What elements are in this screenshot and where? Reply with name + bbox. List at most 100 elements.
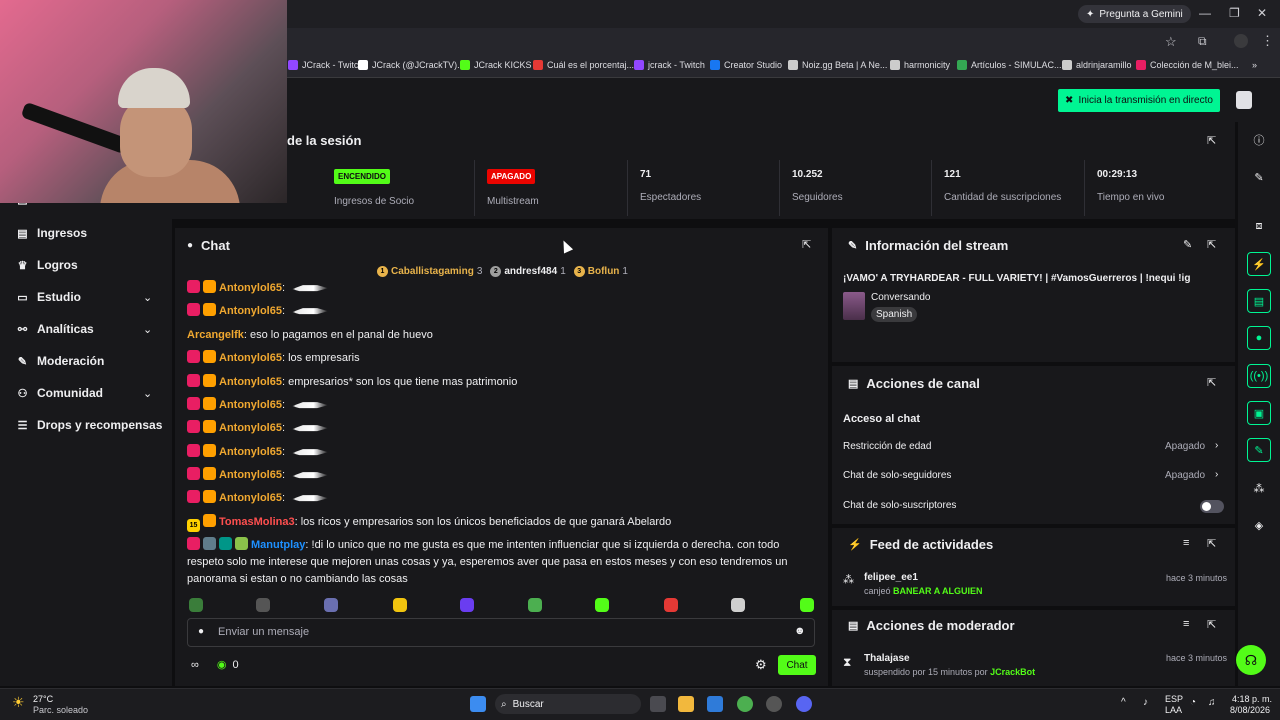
bookmark-item[interactable]: JCrack - Twitch bbox=[288, 60, 363, 70]
duck-emote-icon[interactable] bbox=[292, 425, 329, 432]
duck-emote-icon[interactable] bbox=[292, 449, 329, 456]
chat-username[interactable]: Antonylol65 bbox=[219, 469, 282, 481]
weather-icon[interactable]: ☀ bbox=[12, 694, 25, 711]
chat-username[interactable]: Antonylol65 bbox=[219, 282, 282, 294]
bookmark-item[interactable]: Creator Studio bbox=[710, 60, 782, 70]
weather-desc[interactable]: Parc. soleado bbox=[33, 705, 88, 715]
gemini-button[interactable]: ✦ Pregunta a Gemini bbox=[1078, 5, 1191, 23]
language-tag[interactable]: Spanish bbox=[871, 307, 918, 322]
crop-icon[interactable]: ⧈ bbox=[1247, 214, 1271, 238]
bookmark-item[interactable]: Noiz.gg Beta | A Ne... bbox=[788, 60, 887, 70]
leaderboard-entry[interactable]: 1 Caballistagaming 3 bbox=[377, 266, 482, 277]
kick-logo-icon[interactable] bbox=[1236, 91, 1252, 109]
quick-emote-icon[interactable] bbox=[256, 598, 270, 612]
steam-icon[interactable] bbox=[766, 696, 782, 712]
channel-actions-popout-icon[interactable]: ⇱ bbox=[1207, 376, 1216, 389]
mod-popout-icon[interactable]: ⇱ bbox=[1207, 618, 1216, 631]
sidebar-item-moderación[interactable]: ✎ Moderación bbox=[16, 354, 104, 368]
rail-chat-icon[interactable]: ● bbox=[1247, 326, 1271, 350]
minimize-icon[interactable]: — bbox=[1199, 6, 1211, 20]
chat-username[interactable]: Antonylol65 bbox=[219, 492, 282, 504]
taskbar-search[interactable]: ⌕ Buscar bbox=[495, 694, 641, 714]
weather-temp[interactable]: 27°C bbox=[33, 694, 53, 704]
sidebar-item-analíticas[interactable]: ⚯ Analíticas bbox=[16, 322, 94, 336]
clock-date[interactable]: 8/08/2026 bbox=[1230, 705, 1270, 715]
tray-chevron-icon[interactable]: ^ bbox=[1121, 697, 1126, 708]
help-chat-icon[interactable]: ☊ bbox=[1236, 645, 1266, 675]
chevron-right-icon[interactable]: › bbox=[1215, 469, 1218, 480]
rail-bolt-icon[interactable]: ⚡ bbox=[1247, 252, 1271, 276]
rail-tag-icon[interactable]: ◈ bbox=[1247, 513, 1271, 537]
bookmark-item[interactable]: harmonicity bbox=[890, 60, 950, 70]
quick-emote-icon[interactable] bbox=[393, 598, 407, 612]
bookmark-item[interactable]: Colección de M_blei... bbox=[1136, 60, 1239, 70]
mod-user[interactable]: Thalajase bbox=[864, 653, 910, 664]
info-icon[interactable]: ⓘ bbox=[1247, 128, 1271, 152]
mod-filter-icon[interactable]: ≡ bbox=[1183, 618, 1189, 630]
duck-emote-icon[interactable] bbox=[292, 472, 329, 479]
profile-avatar[interactable] bbox=[1234, 34, 1248, 48]
quick-emote-icon[interactable] bbox=[731, 598, 745, 612]
pencil-icon[interactable]: ✎ bbox=[1247, 165, 1271, 189]
rail-list-icon[interactable]: ▤ bbox=[1247, 289, 1271, 313]
chat-username[interactable]: Antonylol65 bbox=[219, 352, 282, 364]
bookmark-item[interactable]: JCrack (@JCrackTV)... bbox=[358, 60, 465, 70]
duck-emote-icon[interactable] bbox=[292, 495, 329, 502]
chrome-icon[interactable] bbox=[737, 696, 753, 712]
leaderboard-entry[interactable]: 2 andresf484 1 bbox=[490, 266, 566, 277]
quick-emote-icon[interactable] bbox=[324, 598, 338, 612]
quick-emote-icon[interactable] bbox=[460, 598, 474, 612]
browser-menu-icon[interactable]: ⋮ bbox=[1261, 33, 1274, 49]
sidebar-item-drops-y-recompensas[interactable]: ☰ Drops y recompensas bbox=[16, 418, 163, 432]
sidebar-item-logros[interactable]: ♛ Logros bbox=[16, 258, 78, 272]
stream-info-popout-icon[interactable]: ⇱ bbox=[1207, 238, 1216, 251]
lang-layout[interactable]: LAA bbox=[1165, 705, 1182, 715]
chevron-down-icon[interactable]: ⌄ bbox=[143, 291, 152, 304]
filter-icon[interactable]: ≡ bbox=[1183, 537, 1189, 549]
quick-emote-icon[interactable] bbox=[595, 598, 609, 612]
bookmark-item[interactable]: Artículos - SIMULAC... bbox=[957, 60, 1062, 70]
rail-community-icon[interactable]: ⁂ bbox=[1247, 476, 1271, 500]
chat-username[interactable]: Antonylol65 bbox=[219, 376, 282, 388]
maximize-icon[interactable]: ❐ bbox=[1229, 6, 1240, 20]
emoji-icon[interactable]: ☻ bbox=[794, 625, 806, 637]
chat-username[interactable]: Manutplay bbox=[251, 539, 305, 551]
mail-icon[interactable] bbox=[707, 696, 723, 712]
duck-emote-icon[interactable] bbox=[292, 402, 329, 409]
chat-mode-icon[interactable]: ∞ bbox=[191, 659, 199, 671]
windows-start-icon[interactable] bbox=[470, 696, 486, 712]
chat-input[interactable]: ● Enviar un mensaje ☻ bbox=[187, 618, 815, 647]
activity-popout-icon[interactable]: ⇱ bbox=[1207, 537, 1216, 550]
rail-broadcast-icon[interactable]: ((•)) bbox=[1247, 364, 1271, 388]
duck-emote-icon[interactable] bbox=[292, 308, 329, 315]
rail-wrench-icon[interactable]: ✎ bbox=[1247, 438, 1271, 462]
volume-icon[interactable]: ♫ bbox=[1208, 697, 1216, 708]
discord-icon[interactable] bbox=[796, 696, 812, 712]
chevron-down-icon[interactable]: ⌄ bbox=[143, 387, 152, 400]
close-icon[interactable]: ✕ bbox=[1257, 6, 1267, 20]
popout-icon[interactable]: ⇱ bbox=[1207, 134, 1216, 147]
bookmark-item[interactable]: jcrack - Twitch bbox=[634, 60, 705, 70]
category-name[interactable]: Conversando bbox=[871, 292, 930, 303]
chat-settings-icon[interactable]: ⚙ bbox=[755, 657, 767, 673]
lang-code[interactable]: ESP bbox=[1165, 694, 1183, 704]
go-live-button[interactable]: ✖ Inicia la transmisión en directo bbox=[1058, 89, 1220, 112]
emote-picker-icon[interactable]: ● bbox=[198, 626, 204, 637]
sidebar-item-ingresos[interactable]: ▤ Ingresos bbox=[16, 226, 87, 240]
clock-time[interactable]: 4:18 p. m. bbox=[1232, 694, 1272, 704]
sidebar-item-estudio[interactable]: ▭ Estudio bbox=[16, 290, 81, 304]
subscribers-only-toggle[interactable] bbox=[1200, 500, 1224, 513]
quick-emote-icon[interactable] bbox=[528, 598, 542, 612]
bookmarks-overflow-icon[interactable]: » bbox=[1252, 60, 1257, 70]
quick-emote-icon[interactable] bbox=[189, 598, 203, 612]
wifi-icon[interactable]: ◔ bbox=[1190, 697, 1196, 708]
mic-tray-icon[interactable]: ♪ bbox=[1143, 697, 1148, 708]
chevron-down-icon[interactable]: ⌄ bbox=[143, 323, 152, 336]
leaderboard-entry[interactable]: 3 Boflun 1 bbox=[573, 266, 628, 277]
taskview-icon[interactable] bbox=[650, 696, 666, 712]
chat-popout-icon[interactable]: ⇱ bbox=[802, 238, 811, 251]
chat-username[interactable]: TomasMolina3 bbox=[219, 516, 295, 528]
bookmark-item[interactable]: aldrinjaramillo bbox=[1062, 60, 1132, 70]
chat-send-button[interactable]: Chat bbox=[778, 655, 816, 675]
rail-panel-icon[interactable]: ▣ bbox=[1247, 401, 1271, 425]
